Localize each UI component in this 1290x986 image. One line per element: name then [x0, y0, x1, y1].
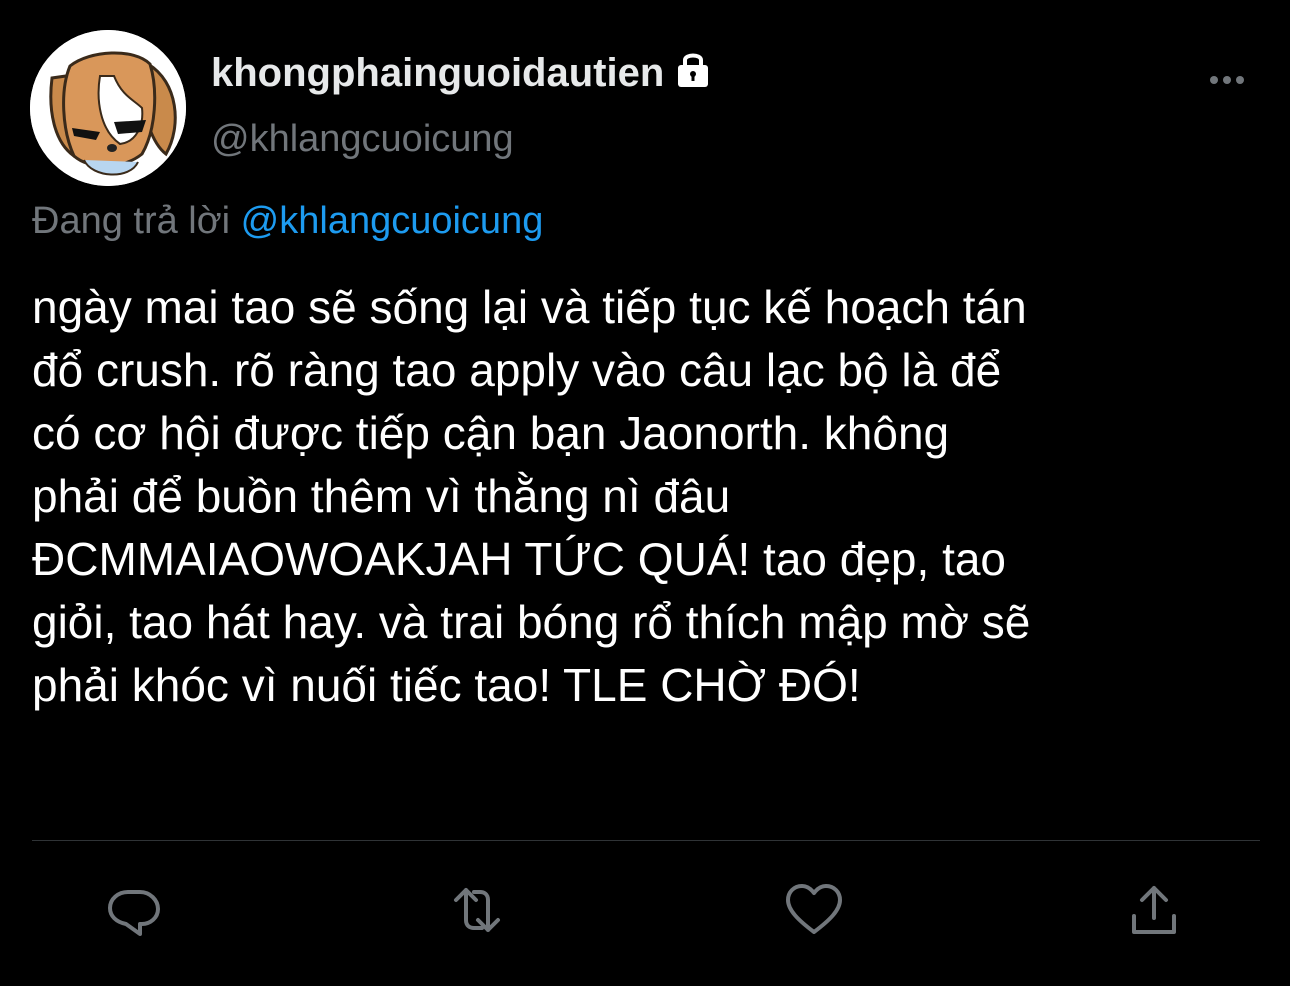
retweet-icon	[454, 888, 500, 932]
reply-icon	[108, 890, 160, 936]
like-button[interactable]	[784, 880, 844, 940]
cartoon-dog-avatar-icon	[30, 30, 186, 186]
replying-to-mention-link[interactable]: @khlangcuoicung	[241, 200, 544, 242]
tweet-text: ngày mai tao sẽ sống lại và tiếp tục kế …	[32, 281, 1031, 711]
replying-to-line: Đang trả lời @khlangcuoicung	[32, 198, 543, 244]
display-name-text: khongphainguoidautien	[211, 51, 665, 95]
share-button[interactable]	[1124, 880, 1184, 940]
retweet-button[interactable]	[444, 880, 504, 940]
more-options-icon[interactable]	[1204, 64, 1252, 96]
share-icon	[1132, 886, 1176, 934]
lock-icon	[674, 49, 712, 89]
heart-icon	[786, 884, 842, 934]
display-name[interactable]: khongphainguoidautien	[211, 50, 712, 96]
divider	[32, 840, 1260, 841]
user-handle[interactable]: @khlangcuoicung	[211, 117, 514, 161]
avatar[interactable]	[30, 30, 186, 186]
reply-button[interactable]	[104, 880, 164, 940]
replying-to-label: Đang trả lời	[32, 200, 231, 242]
